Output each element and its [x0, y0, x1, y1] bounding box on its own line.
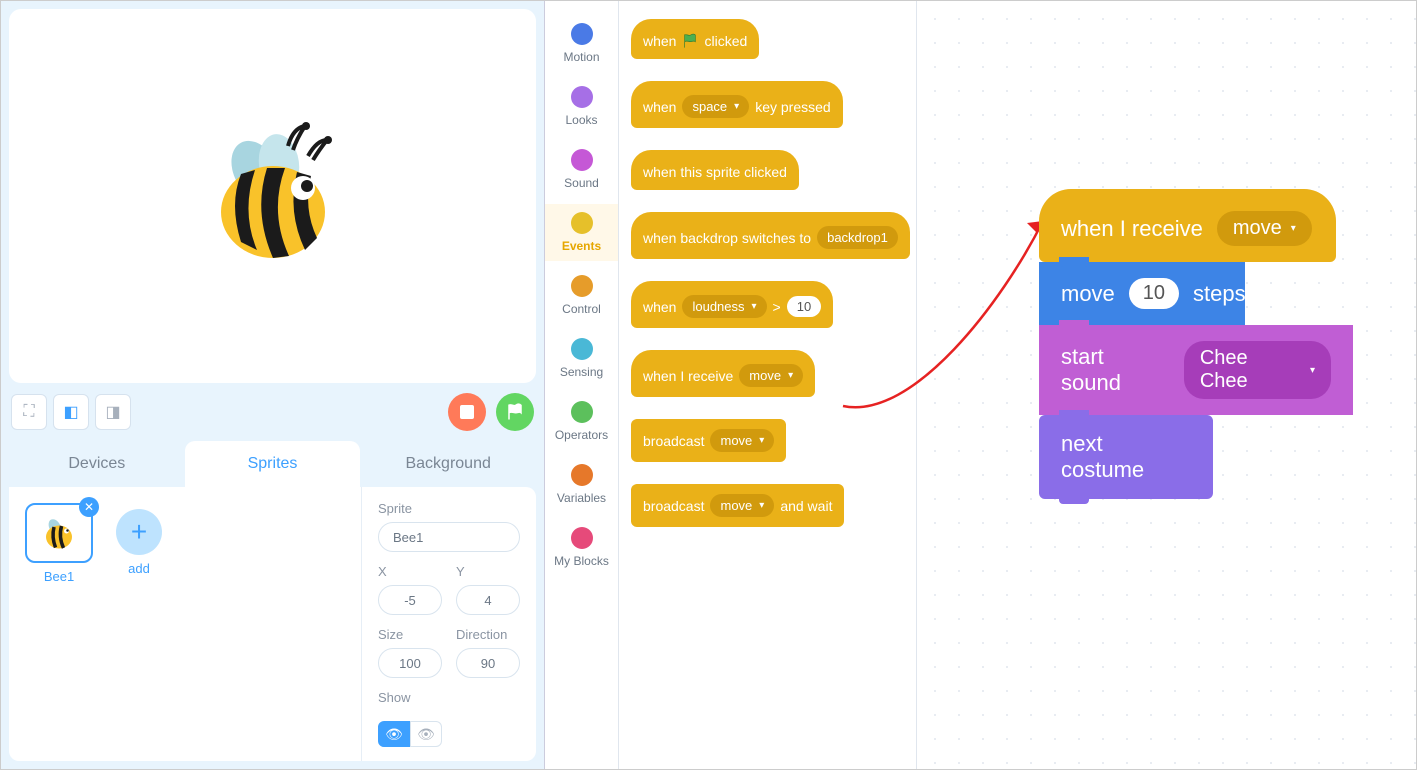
- category-motion[interactable]: Motion: [545, 15, 618, 72]
- hide-sprite-button[interactable]: 👁: [410, 721, 442, 747]
- loudness-dropdown[interactable]: loudness: [682, 295, 766, 318]
- block-when-loudness[interactable]: when loudness > 10: [631, 281, 904, 328]
- add-sprite-label: add: [105, 561, 173, 576]
- sprite-properties: Sprite Bee1 X -5 Y 4 Size 100 Direction 90 S…: [361, 487, 536, 761]
- category-sensing[interactable]: Sensing: [545, 330, 618, 387]
- tab-background[interactable]: Background: [360, 441, 536, 487]
- sprite-on-stage[interactable]: [193, 116, 353, 276]
- sprite-card-label: Bee1: [25, 569, 93, 584]
- script-next-costume[interactable]: next costume: [1039, 415, 1213, 499]
- sprite-x-input[interactable]: -5: [378, 585, 442, 615]
- stop-button[interactable]: [448, 393, 486, 431]
- broadcast-wait-message-dropdown[interactable]: move: [710, 494, 774, 517]
- category-variables[interactable]: Variables: [545, 456, 618, 513]
- block-category-list: Motion Looks Sound Events Control Sensin…: [545, 1, 619, 769]
- tab-devices[interactable]: Devices: [9, 441, 185, 487]
- asset-tabs: Devices Sprites Background: [9, 441, 536, 487]
- block-when-key-pressed[interactable]: when space key pressed: [631, 81, 904, 128]
- script-sound-dropdown[interactable]: Chee Chee: [1184, 341, 1331, 399]
- sprite-card-bee1[interactable]: ✕ Bee1: [25, 503, 93, 584]
- script-move-steps[interactable]: move 10 steps: [1039, 262, 1245, 325]
- backdrop-dropdown[interactable]: backdrop1: [817, 226, 898, 249]
- green-flag-icon: [682, 33, 698, 49]
- sprite-panel: ✕ Bee1 + add: [9, 487, 536, 761]
- category-myblocks[interactable]: My Blocks: [545, 519, 618, 576]
- sprite-y-input[interactable]: 4: [456, 585, 520, 615]
- fullscreen-button[interactable]: ⛶: [11, 394, 47, 430]
- block-when-receive[interactable]: when I receive move: [631, 350, 904, 397]
- category-looks[interactable]: Looks: [545, 78, 618, 135]
- loudness-threshold-input[interactable]: 10: [787, 296, 821, 317]
- tab-sprites[interactable]: Sprites: [185, 441, 361, 487]
- add-sprite-button[interactable]: +: [116, 509, 162, 555]
- layout-single-button[interactable]: ◨: [95, 394, 131, 430]
- sprite-direction-input[interactable]: 90: [456, 648, 520, 678]
- broadcast-message-dropdown[interactable]: move: [710, 429, 774, 452]
- script-move-steps-input[interactable]: 10: [1129, 278, 1179, 309]
- layout-split-button[interactable]: ◧: [53, 394, 89, 430]
- delete-sprite-button[interactable]: ✕: [79, 497, 99, 517]
- sprite-name-input[interactable]: Bee1: [378, 522, 520, 552]
- script-start-sound[interactable]: start sound Chee Chee: [1039, 325, 1353, 415]
- sprite-size-input[interactable]: 100: [378, 648, 442, 678]
- green-flag-button[interactable]: [496, 393, 534, 431]
- block-when-backdrop-switches[interactable]: when backdrop switches to backdrop1: [631, 212, 904, 259]
- stage[interactable]: [9, 9, 536, 383]
- script-message-dropdown[interactable]: move: [1217, 211, 1312, 246]
- block-palette: when clicked when space key pressed when…: [619, 1, 917, 769]
- category-events[interactable]: Events: [545, 204, 618, 261]
- category-control[interactable]: Control: [545, 267, 618, 324]
- script-stack[interactable]: when I receive move move 10 steps start …: [1039, 189, 1353, 499]
- script-when-receive[interactable]: when I receive move: [1039, 189, 1336, 262]
- prop-sprite-label: Sprite: [378, 501, 520, 516]
- prop-y-label: Y: [456, 564, 520, 579]
- prop-x-label: X: [378, 564, 442, 579]
- category-operators[interactable]: Operators: [545, 393, 618, 450]
- show-sprite-button[interactable]: 👁: [378, 721, 410, 747]
- prop-direction-label: Direction: [456, 627, 520, 642]
- stage-controls: ⛶ ◧ ◨: [9, 391, 536, 433]
- category-sound[interactable]: Sound: [545, 141, 618, 198]
- key-dropdown[interactable]: space: [682, 95, 749, 118]
- block-broadcast[interactable]: broadcast move: [631, 419, 904, 462]
- block-broadcast-wait[interactable]: broadcast move and wait: [631, 484, 904, 527]
- block-when-sprite-clicked[interactable]: when this sprite clicked: [631, 150, 904, 190]
- block-when-flag-clicked[interactable]: when clicked: [631, 19, 904, 59]
- prop-show-label: Show: [378, 690, 520, 705]
- script-canvas[interactable]: when I receive move move 10 steps start …: [917, 1, 1416, 769]
- sprite-list: ✕ Bee1 + add: [9, 487, 361, 761]
- stage-panel: ⛶ ◧ ◨ Devices Sprites Background: [1, 1, 545, 769]
- prop-size-label: Size: [378, 627, 442, 642]
- message-dropdown[interactable]: move: [739, 364, 803, 387]
